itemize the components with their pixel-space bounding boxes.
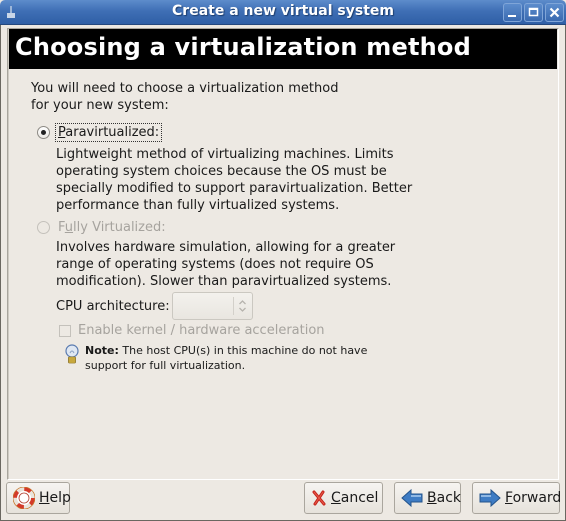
red-x-icon [312,490,326,506]
label-text: aravirtualized: [65,125,160,140]
maximize-icon [528,7,539,17]
acceleration-checkbox-row[interactable]: Enable kernel / hardware acceleration [59,323,325,338]
radio-paravirtualized[interactable]: Paravirtualized: [37,123,163,142]
minimize-button[interactable] [503,3,522,22]
close-button[interactable] [545,3,564,22]
description-line: range of operating systems (does not req… [56,257,374,272]
radio-label-fully-virtualized[interactable]: Fully Virtualized: [57,220,167,235]
fully-virtualized-description: Involves hardware simulation, allowing f… [56,239,395,290]
forward-label: Forward [505,490,562,506]
note-line: support for full virtualization. [85,359,246,372]
lightbulb-icon [65,344,79,364]
note-label: Note: [85,344,119,357]
cpu-architecture-label: CPU architecture: [56,298,170,314]
maximize-button[interactable] [524,3,543,22]
cancel-label: Cancel [331,490,379,506]
window-titlebar[interactable]: Create a new virtual system [0,0,566,25]
note: Note: The host CPU(s) in this machine do… [64,343,367,373]
help-button[interactable]: Help [6,482,71,514]
page-title: Choosing a virtualization method [15,33,471,61]
radio-selected-dot [41,130,46,135]
right-arrow-icon [479,489,501,507]
mnemonic: u [64,220,74,235]
note-text: Note: The host CPU(s) in this machine do… [85,343,367,373]
acceleration-checkbox[interactable] [59,324,71,337]
left-arrow-icon [401,489,423,507]
description-line: Lightweight method of virtualizing machi… [56,147,394,162]
description-line: operating system choices because the OS … [56,164,387,179]
description-line: modification). Slower than paravirtualiz… [56,274,392,289]
header-banner: Choosing a virtualization method [9,29,557,69]
description-line: Involves hardware simulation, allowing f… [56,240,396,255]
radio-label-paravirtualized[interactable]: Paravirtualized: [54,123,163,142]
description-line: specially modified to support paravirtua… [56,181,413,196]
help-label: Help [39,490,71,506]
combo-separator [232,297,234,315]
lifebuoy-icon [13,487,35,509]
intro-line: You will need to choose a virtualization… [31,81,339,96]
label-text: F [58,220,65,235]
intro-line: for your new system: [31,98,169,113]
cancel-button[interactable]: Cancel [304,482,383,514]
note-line: The host CPU(s) in this machine do not h… [118,344,368,357]
close-icon [549,7,560,18]
paravirtualized-description: Lightweight method of virtualizing machi… [56,146,412,214]
radio-button[interactable] [37,221,50,234]
radio-button[interactable] [37,126,50,139]
label-text: lly Virtualized: [73,220,166,235]
back-label: Back [427,490,461,506]
forward-button[interactable]: Forward [472,482,562,514]
back-button[interactable]: Back [394,482,461,514]
window-title: Create a new virtual system [172,3,394,19]
acceleration-label: Enable kernel / hardware acceleration [78,323,325,338]
intro-text: You will need to choose a virtualization… [31,80,338,114]
updown-chevron-icon [238,300,246,312]
cpu-architecture-select[interactable] [171,292,253,320]
radio-fully-virtualized[interactable]: Fully Virtualized: [37,220,167,235]
cpu-architecture-row: CPU architecture: [56,292,253,320]
minimize-icon [508,15,516,17]
description-line: performance than fully virtualized syste… [56,198,340,213]
